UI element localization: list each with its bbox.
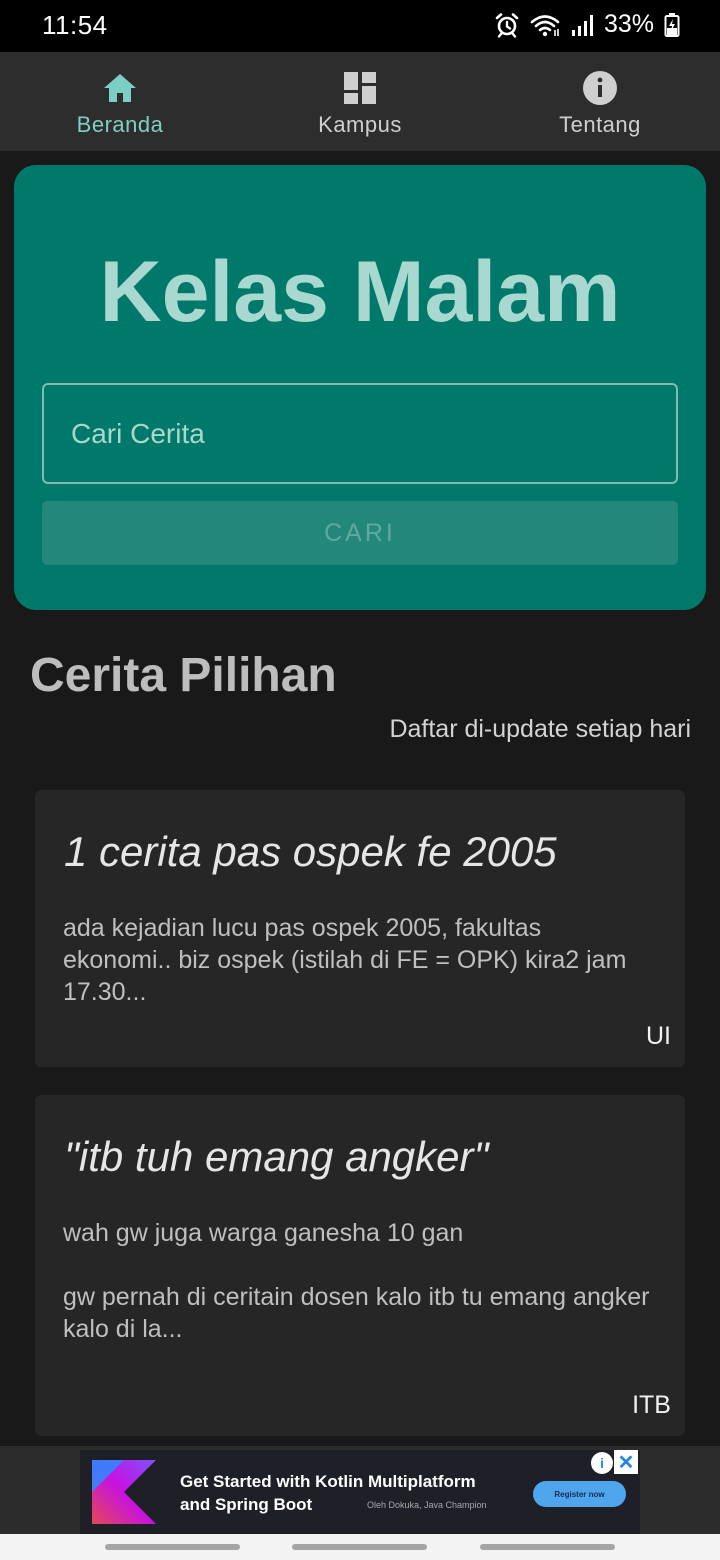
status-bar: 11:54 33% [0,0,720,52]
section-title: Cerita Pilihan [30,649,337,702]
story-campus: ITB [632,1391,671,1419]
nav-home-handle[interactable] [292,1544,427,1550]
search-placeholder: Cari Cerita [71,417,205,449]
signal-icon [571,14,593,36]
top-navigation: Beranda Kampus Tentang [0,52,720,151]
tab-beranda-label: Beranda [76,111,164,137]
story-title: "itb tuh emang angker" [64,1133,489,1180]
story-title: 1 cerita pas ospek fe 2005 [64,828,557,875]
info-icon [582,70,618,106]
ad-headline-1: Get Started with Kotlin Multiplatform [180,1472,476,1491]
dashboard-icon [342,70,378,106]
hero-card: Kelas Malam Cari Cerita CARI [14,165,706,610]
nav-recents-handle[interactable] [105,1544,240,1550]
kotlin-logo-icon [92,1460,156,1524]
alarm-icon [495,12,519,38]
battery-percent: 33% [603,10,654,38]
wifi-icon [530,14,560,36]
ad-banner[interactable]: Get Started with Kotlin Multiplatform an… [80,1450,640,1534]
story-excerpt: ada kejadian lucu pas ospek 2005, fakult… [63,914,627,1006]
ad-author: Oleh Dokuka, Java Champion [367,1500,487,1510]
home-icon [102,70,138,106]
tab-kampus-label: Kampus [318,111,402,137]
ad-area: Get Started with Kotlin Multiplatform an… [0,1446,720,1534]
tab-kampus[interactable]: Kampus [240,52,480,151]
ad-close-icon[interactable]: ✕ [614,1450,638,1474]
ad-headline-2: and Spring Boot [180,1495,313,1514]
search-button[interactable]: CARI [42,501,678,565]
story-card[interactable]: 1 cerita pas ospek fe 2005 ada kejadian … [35,790,685,1067]
status-icons: 33% [494,10,680,39]
tab-tentang[interactable]: Tentang [480,52,720,151]
tab-tentang-label: Tentang [559,111,641,137]
ad-info-icon[interactable]: i [591,1452,613,1474]
tab-beranda[interactable]: Beranda [0,52,240,151]
story-campus: UI [646,1022,671,1050]
story-excerpt: wah gw juga warga ganesha 10 gan gw pern… [63,1219,650,1343]
app-title: Kelas Malam [99,244,621,340]
status-time: 11:54 [42,10,108,40]
story-card[interactable]: "itb tuh emang angker" wah gw juga warga… [35,1095,685,1436]
battery-charging-icon [664,12,680,37]
search-input[interactable]: Cari Cerita [42,383,678,484]
ad-register-button[interactable]: Register now [533,1481,626,1507]
system-navigation-bar [0,1534,720,1560]
nav-back-handle[interactable] [480,1544,615,1550]
section-subtitle: Daftar di-update setiap hari [389,715,691,743]
